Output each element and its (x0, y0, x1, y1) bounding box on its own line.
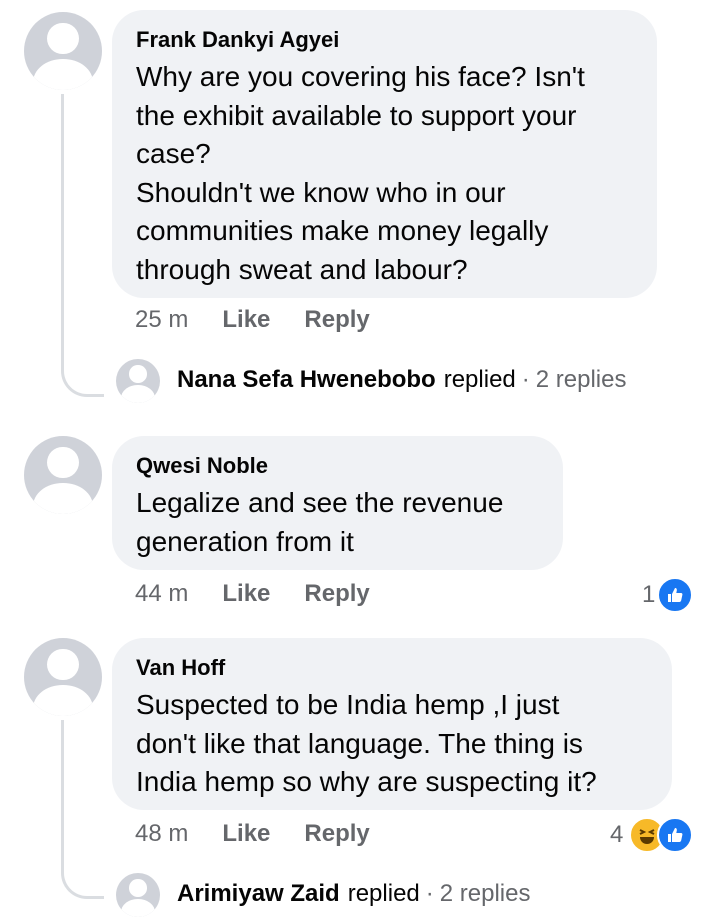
reply-button[interactable]: Reply (304, 306, 369, 334)
avatar[interactable] (24, 638, 102, 716)
like-button[interactable]: Like (222, 306, 270, 334)
thread-line (61, 720, 104, 899)
like-button[interactable]: Like (222, 580, 270, 608)
avatar-body-shape (121, 385, 155, 403)
avatar-body-shape (33, 684, 93, 716)
reply-count: 2 replies (439, 880, 531, 907)
comment-bubble[interactable]: Qwesi Noble Legalize and see the revenue… (112, 436, 563, 570)
separator-dot: · (425, 880, 434, 907)
reaction-count: 4 (610, 821, 624, 848)
avatar-head-shape (47, 22, 79, 55)
like-button[interactable]: Like (222, 820, 270, 848)
avatar-head-shape (47, 446, 79, 479)
like-icon (657, 577, 694, 613)
replier-name: Nana Sefa Hwenebobo (177, 366, 436, 393)
comment-text: Legalize and see the revenue generation … (136, 487, 504, 557)
avatar-body-shape (121, 899, 155, 917)
view-replies-link[interactable]: Nana Sefa Hwenebobo replied · 2 replies (177, 366, 626, 394)
avatar-head-shape (129, 879, 147, 897)
comment-time[interactable]: 25 m (135, 306, 188, 334)
separator-dot: · (521, 366, 530, 393)
comment-author[interactable]: Qwesi Noble (136, 452, 539, 480)
reply-avatar[interactable] (116, 359, 160, 403)
comment-author[interactable]: Van Hoff (136, 654, 648, 682)
avatar-body-shape (33, 482, 93, 514)
comment-time[interactable]: 44 m (135, 580, 188, 608)
reply-avatar[interactable] (116, 873, 160, 917)
reaction-count: 1 (642, 581, 656, 608)
replied-label: replied (347, 880, 420, 907)
view-replies-link[interactable]: Arimiyaw Zaid replied · 2 replies (177, 880, 530, 908)
comment-bubble[interactable]: Van Hoff Suspected to be India hemp ,I j… (112, 638, 672, 810)
reply-button[interactable]: Reply (304, 820, 369, 848)
reaction-summary[interactable]: 1 (642, 577, 694, 613)
like-icon (657, 817, 694, 853)
comment-meta: 44 m Like Reply (135, 580, 370, 608)
reaction-summary[interactable]: 4 (610, 817, 694, 853)
replied-label: replied (443, 366, 516, 393)
reply-button[interactable]: Reply (304, 580, 369, 608)
comment-time[interactable]: 48 m (135, 820, 188, 848)
avatar[interactable] (24, 436, 102, 514)
avatar-head-shape (47, 648, 79, 681)
avatar-head-shape (129, 365, 147, 383)
comment-text: Suspected to be India hemp ,I just don't… (136, 689, 597, 797)
comment-bubble[interactable]: Frank Dankyi Agyei Why are you covering … (112, 10, 657, 298)
comment-text: Why are you covering his face? Isn't the… (136, 61, 585, 285)
reply-count: 2 replies (535, 366, 627, 393)
comment-author[interactable]: Frank Dankyi Agyei (136, 26, 633, 54)
avatar[interactable] (24, 12, 102, 90)
replier-name: Arimiyaw Zaid (177, 880, 340, 907)
comment-meta: 25 m Like Reply (135, 306, 370, 334)
avatar-body-shape (33, 58, 93, 90)
thread-line (61, 94, 104, 397)
comment-meta: 48 m Like Reply (135, 820, 370, 848)
